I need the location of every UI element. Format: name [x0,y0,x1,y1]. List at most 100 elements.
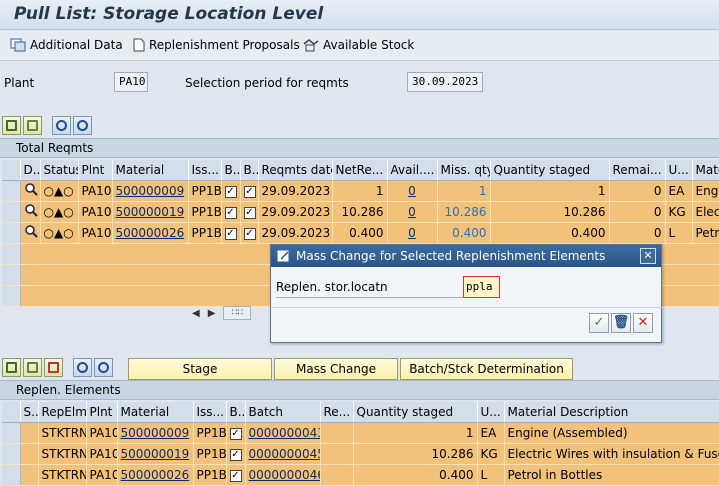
select-all-icon[interactable] [2,116,21,135]
column-header[interactable]: Material [112,160,189,181]
checkbox-checked[interactable]: ✓ [224,228,237,240]
available-stock-button[interactable]: Available Stock [303,38,414,52]
period-field[interactable]: 30.09.2023 [407,72,483,92]
selector-column-header[interactable] [2,402,21,423]
quantity-staged-cell[interactable]: 0.400 [490,222,610,244]
table-row[interactable]: STKTRN PA10 500000009 PP1B ✓ 0000000043 … [2,422,719,444]
checkbox-cell[interactable]: ✓ [221,180,241,202]
material-link[interactable]: 500000019 [116,205,185,219]
checkbox-checked[interactable]: ✓ [243,186,256,198]
avail-cell[interactable]: 0 [387,180,438,202]
checkbox-cell[interactable]: ✓ [240,180,259,202]
avail-link[interactable]: 0 [408,184,416,198]
material-link[interactable]: 500000019 [121,447,190,461]
deselect-all-icon[interactable] [23,116,42,135]
column-header[interactable]: Quantity staged [353,402,478,423]
row-selector[interactable] [2,264,21,286]
horizontal-scrollbar[interactable]: ◀ ▶ ∷∷ [192,306,252,320]
material-cell[interactable]: 500000019 [117,443,194,465]
find-next-icon[interactable] [73,116,92,135]
detail-icon[interactable] [20,222,41,244]
selector-column-header[interactable] [2,160,21,181]
checkbox-cell[interactable]: ✓ [240,201,259,223]
checkbox-checked[interactable]: ✓ [229,470,242,482]
table-row[interactable]: STKTRN PA10 500000026 PP1B ✓ 0000000046 … [2,464,719,486]
material-cell[interactable]: 500000009 [112,180,189,202]
scroll-right-icon[interactable]: ▶ [208,308,216,319]
quantity-staged-cell[interactable]: 10.286 [490,201,610,223]
row-selector[interactable] [2,201,21,223]
replen-storloc-input[interactable]: ppla [463,276,500,298]
row-selector[interactable] [2,464,21,486]
checkbox-cell[interactable]: ✓ [226,422,246,444]
column-header[interactable]: B.. [221,160,241,181]
column-header[interactable]: Iss... [193,402,227,423]
column-header[interactable]: S... [20,402,39,423]
deselect-all-icon[interactable] [23,358,42,377]
plant-field[interactable]: PA10 [114,72,148,92]
avail-link[interactable]: 0 [408,226,416,240]
delete-trash-icon[interactable]: 🗑 [611,313,631,333]
row-selector[interactable] [2,285,21,307]
dialog-close-icon[interactable]: ✕ [640,248,656,264]
delete-row-icon[interactable] [44,358,63,377]
column-header[interactable]: Iss... [188,160,222,181]
column-header[interactable]: Batch [245,402,321,423]
checkbox-checked[interactable]: ✓ [243,228,256,240]
column-header[interactable]: Avail.... [387,160,438,181]
row-selector[interactable] [2,443,21,465]
avail-cell[interactable]: 0 [387,222,438,244]
column-header[interactable]: Reqmts date [258,160,333,181]
detail-icon[interactable] [20,180,41,202]
table-row[interactable]: STKTRN PA10 500000019 PP1B ✓ 0000000045 … [2,443,719,465]
batch-link[interactable]: 0000000045 [249,447,320,461]
batch-cell[interactable]: 0000000046 [245,464,321,486]
mass-change-button[interactable]: Mass Change [274,358,398,380]
scroll-left-icon[interactable]: ◀ [192,308,200,319]
column-header[interactable]: Material Description [504,402,719,423]
row-selector[interactable] [2,243,21,265]
material-cell[interactable]: 500000019 [112,201,189,223]
column-header[interactable]: Remai... [609,160,666,181]
column-header[interactable]: NetRe... [332,160,388,181]
material-link[interactable]: 500000009 [121,426,190,440]
find-icon[interactable] [52,116,71,135]
row-selector[interactable] [2,180,21,202]
column-header[interactable]: Miss. qty [437,160,491,181]
material-link[interactable]: 500000026 [116,226,185,240]
column-header[interactable]: Re... [320,402,354,423]
cancel-x-icon[interactable]: ✕ [633,313,653,333]
quantity-staged-cell[interactable]: 1 [490,180,610,202]
material-link[interactable]: 500000009 [116,184,185,198]
checkbox-cell[interactable]: ✓ [240,222,259,244]
column-header[interactable]: Plnt [78,160,113,181]
column-header[interactable]: B.. [240,160,259,181]
column-header[interactable]: U... [477,402,505,423]
avail-cell[interactable]: 0 [387,201,438,223]
checkbox-checked[interactable]: ✓ [224,186,237,198]
checkbox-cell[interactable]: ✓ [226,443,246,465]
row-selector[interactable] [2,222,21,244]
checkbox-checked[interactable]: ✓ [229,449,242,461]
confirm-check-icon[interactable]: ✓ [589,313,609,333]
avail-link[interactable]: 0 [408,205,416,219]
checkbox-checked[interactable]: ✓ [243,207,256,219]
batch-link[interactable]: 0000000046 [249,468,320,482]
find-next-icon[interactable] [94,358,113,377]
replenishment-proposals-button[interactable]: Replenishment Proposals [133,38,300,52]
batch-cell[interactable]: 0000000045 [245,443,321,465]
column-header[interactable]: B.. [226,402,246,423]
additional-data-button[interactable]: Additional Data [10,38,123,52]
batch-determination-button[interactable]: Batch/Stck Determination [400,358,573,380]
column-header[interactable]: Material [117,402,194,423]
stage-button[interactable]: Stage [128,358,272,380]
checkbox-cell[interactable]: ✓ [221,222,241,244]
table-row[interactable]: ○▲○ PA10 500000019 PP1B ✓ ✓ 29.09.2023 1… [2,201,719,223]
table-row[interactable]: ○▲○ PA10 500000026 PP1B ✓ ✓ 29.09.2023 0… [2,222,719,244]
batch-cell[interactable]: 0000000043 [245,422,321,444]
material-link[interactable]: 500000026 [121,468,190,482]
column-header[interactable]: U... [665,160,693,181]
column-header[interactable]: Plnt [86,402,118,423]
detail-icon[interactable] [20,201,41,223]
material-cell[interactable]: 500000009 [117,422,194,444]
